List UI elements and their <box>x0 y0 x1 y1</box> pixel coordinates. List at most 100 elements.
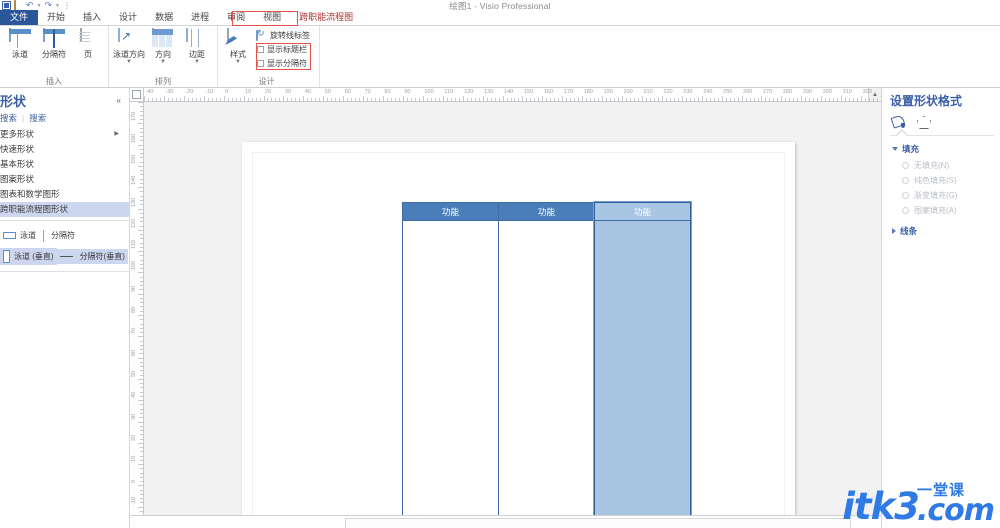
style-chevron-down-icon[interactable]: ▼ <box>235 59 241 65</box>
stencil-more-shapes[interactable]: 更多形状 ▶ <box>0 127 129 142</box>
gallery-item-separator[interactable]: 分隔符 <box>48 228 78 243</box>
direction-icon <box>152 28 174 49</box>
radio-icon[interactable] <box>902 162 909 169</box>
ribbon-tab-bar[interactable]: 文件 开始 插入 设计 数据 进程 审阅 视图 跨职能流程图 <box>0 10 1000 26</box>
ruler-tick-label: 0 <box>225 89 229 95</box>
swimlane-3[interactable]: 功能 <box>594 202 691 517</box>
tab-review[interactable]: 审阅 <box>218 10 254 25</box>
radio-icon[interactable] <box>902 207 909 214</box>
insert-separator-button[interactable]: 分隔符 <box>38 28 70 59</box>
chevron-right-icon[interactable]: ▶ <box>114 129 125 140</box>
ruler-minor-tick <box>140 131 143 133</box>
ruler-minor-tick <box>140 174 143 176</box>
format-section-fill-header[interactable]: 填充 <box>890 141 994 158</box>
ruler-minor-tick <box>275 98 277 101</box>
checkbox-box-icon[interactable] <box>257 60 264 67</box>
lane-direction-chevron-down-icon[interactable]: ▼ <box>126 59 132 65</box>
vertical-ruler[interactable]: -20-100102030405060708090100110120130140… <box>130 102 144 528</box>
format-section-line-header[interactable]: 线条 <box>890 218 994 240</box>
format-shape-pane: 设置形状格式 填充 无填充(N) 纯色填充(S) 渐变填充(G) 图案填充(A) <box>881 88 1000 528</box>
gallery-item-separator-vertical[interactable]: 分隔符(垂直) <box>56 249 128 264</box>
swimlane-title[interactable]: 功能 <box>595 203 690 221</box>
margin-chevron-down-icon[interactable]: ▼ <box>194 59 200 65</box>
chevron-right-icon[interactable] <box>892 228 896 234</box>
gallery-item-swimlane[interactable]: 泳道 <box>0 228 39 243</box>
ruler-minor-tick <box>140 425 143 427</box>
shapes-search-label[interactable]: 搜索 <box>29 112 46 124</box>
status-bar-field[interactable] <box>345 518 851 528</box>
stencil-pattern-shapes[interactable]: 图案形状 <box>0 172 129 187</box>
tab-data[interactable]: 数据 <box>146 10 182 25</box>
tab-view[interactable]: 视图 <box>254 10 290 25</box>
lane-direction-button[interactable]: 泳道方向 ▼ <box>113 28 145 65</box>
ruler-minor-tick <box>426 98 428 101</box>
swimlane-title[interactable]: 功能 <box>499 203 594 221</box>
collapse-pane-icon[interactable]: « <box>117 96 125 105</box>
tab-insert[interactable]: 插入 <box>74 10 110 25</box>
ribbon: 泳道 分隔符 页 插入 泳道方向 ▼ 方向 ▼ <box>0 26 1000 88</box>
direction-chevron-down-icon[interactable]: ▼ <box>160 59 166 65</box>
drawing-page[interactable]: 功能 功能 功能 <box>242 142 795 528</box>
stencil-charts-math-shapes[interactable]: 图表和数学图形 <box>0 187 129 202</box>
ruler-minor-tick <box>140 340 143 342</box>
ruler-tick <box>138 464 143 466</box>
ruler-tick-label: 100 <box>424 89 434 95</box>
ruler-minor-tick <box>737 98 739 101</box>
stencil-quick-shapes[interactable]: 快速形状 <box>0 142 129 157</box>
drawing-canvas[interactable]: 功能 功能 功能 <box>144 102 881 528</box>
gallery-item-swimlane-vertical[interactable]: 泳道 (垂直) <box>0 248 57 265</box>
swimlane-2[interactable]: 功能 <box>498 202 595 517</box>
show-title-bar-checkbox[interactable]: 显示标题栏 <box>257 44 307 55</box>
shapes-search-link[interactable]: 搜索 <box>0 112 17 124</box>
ruler-minor-tick <box>410 98 412 101</box>
style-icon <box>227 28 249 49</box>
swimlane-title[interactable]: 功能 <box>403 203 498 221</box>
checkbox-box-icon[interactable] <box>257 46 264 53</box>
ruler-tick-label: -20 <box>185 89 194 95</box>
insert-page-button[interactable]: 页 <box>72 28 104 59</box>
tab-home[interactable]: 开始 <box>38 10 74 25</box>
stencil-cross-functional-flowchart-shapes[interactable]: 跨职能流程图形状 <box>0 202 129 217</box>
swimlane-body[interactable] <box>595 221 690 516</box>
radio-icon[interactable] <box>902 192 909 199</box>
tab-process[interactable]: 进程 <box>182 10 218 25</box>
ruler-minor-tick <box>709 98 711 101</box>
ruler-minor-tick <box>140 438 143 440</box>
ruler-tick <box>741 96 743 101</box>
ruler-corner[interactable] <box>130 88 144 102</box>
ruler-tick <box>138 272 143 274</box>
margin-button[interactable]: 边距 ▼ <box>181 28 213 65</box>
style-button[interactable]: 样式 ▼ <box>222 28 254 65</box>
radio-icon[interactable] <box>902 177 909 184</box>
shape-effects-icon[interactable] <box>916 114 931 129</box>
insert-swimlane-button[interactable]: 泳道 <box>4 28 36 59</box>
fill-option-solid[interactable]: 纯色填充(S) <box>890 173 994 188</box>
fill-bucket-icon[interactable] <box>892 114 907 129</box>
gallery-item-label: 分隔符 <box>51 231 75 240</box>
direction-button[interactable]: 方向 ▼ <box>147 28 179 65</box>
horizontal-ruler[interactable]: ▲ -40 -30 -20 -10 0 10 20 30 40 50 60 70 80 90 100 110 1… <box>144 88 881 101</box>
tab-design[interactable]: 设计 <box>110 10 146 25</box>
stencil-list[interactable]: 更多形状 ▶ 快速形状 基本形状 图案形状 图表和数学图形 跨职能流程图形状 <box>0 127 129 217</box>
show-separator-checkbox[interactable]: 显示分隔符 <box>257 58 307 69</box>
stencil-basic-shapes[interactable]: 基本形状 <box>0 157 129 172</box>
fill-option-pattern[interactable]: 图案填充(A) <box>890 203 994 218</box>
swimlane-body[interactable] <box>499 221 594 516</box>
stencil-label: 跨职能流程图形状 <box>0 204 69 214</box>
chevron-down-icon[interactable] <box>892 147 898 151</box>
ruler-minor-tick <box>227 98 229 101</box>
shapes-search-bar[interactable]: 搜索 | 搜索 <box>0 111 129 127</box>
ruler-minor-tick <box>486 98 488 101</box>
tab-cross-functional-flowchart[interactable]: 跨职能流程图 <box>290 10 362 25</box>
tab-file[interactable]: 文件 <box>0 10 39 25</box>
swimlane-1[interactable]: 功能 <box>402 202 499 517</box>
swimlane-diagram[interactable]: 功能 功能 功能 <box>402 202 691 517</box>
swimlane-body[interactable] <box>403 221 498 516</box>
ruler-minor-tick <box>140 302 143 304</box>
ruler-minor-tick <box>140 161 143 163</box>
fill-option-gradient[interactable]: 渐变填充(G) <box>890 188 994 203</box>
format-pane-icon-row[interactable] <box>890 109 994 133</box>
ruler-tick-label: 290 <box>802 89 812 95</box>
rotate-label-button[interactable]: 旋转线标签 <box>256 30 311 41</box>
fill-option-none[interactable]: 无填充(N) <box>890 158 994 173</box>
